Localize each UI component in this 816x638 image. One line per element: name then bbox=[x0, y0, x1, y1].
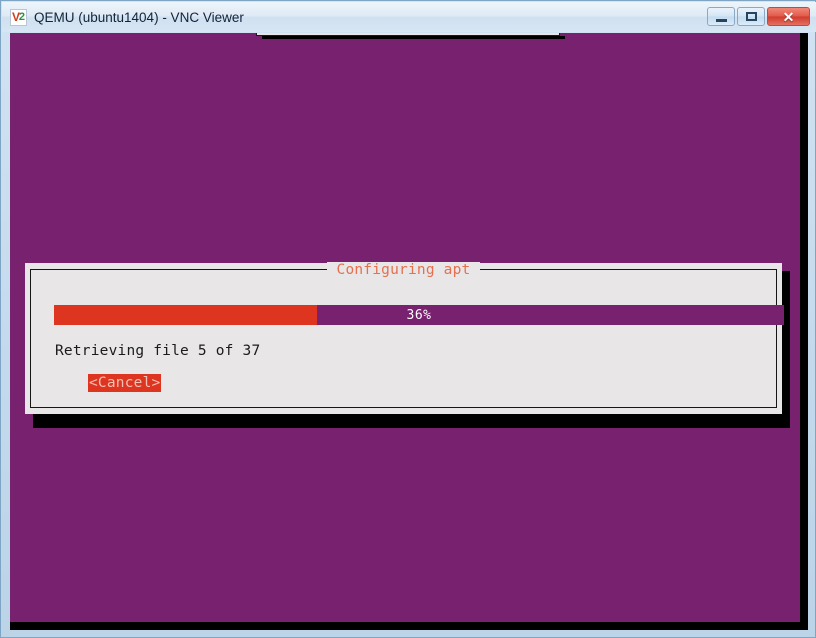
window-controls: ✕ bbox=[707, 7, 810, 26]
dialog-inner-frame: Configuring apt 36% Retrieving file 5 of… bbox=[30, 262, 784, 408]
dialog-status-text: Retrieving file 5 of 37 bbox=[55, 343, 261, 359]
dialog-title: Configuring apt bbox=[326, 262, 481, 278]
progress-percent-label: 36% bbox=[406, 307, 432, 323]
minimize-icon bbox=[715, 18, 727, 22]
cancel-button[interactable]: <Cancel> bbox=[88, 374, 162, 392]
minimize-button[interactable] bbox=[707, 7, 735, 26]
restore-button[interactable] bbox=[737, 7, 765, 26]
close-icon: ✕ bbox=[782, 8, 795, 25]
vnc-canvas[interactable]: Configuring apt 36% Retrieving file 5 of… bbox=[10, 33, 808, 630]
upper-clipped-dialog bbox=[256, 33, 560, 36]
remote-desktop-background[interactable]: Configuring apt 36% Retrieving file 5 of… bbox=[10, 33, 800, 622]
vnc-viewer-window: V 2 QEMU (ubuntu1404) - VNC Viewer ✕ Con… bbox=[0, 0, 816, 638]
window-titlebar[interactable]: V 2 QEMU (ubuntu1404) - VNC Viewer ✕ bbox=[2, 2, 816, 32]
window-title: QEMU (ubuntu1404) - VNC Viewer bbox=[34, 9, 244, 25]
vnc-icon-letter-2: 2 bbox=[18, 10, 25, 23]
dialog-title-bar: Configuring apt bbox=[31, 262, 776, 287]
progress-bar: 36% bbox=[54, 305, 784, 325]
close-button[interactable]: ✕ bbox=[767, 7, 810, 26]
configuring-apt-dialog: Configuring apt 36% Retrieving file 5 of… bbox=[25, 262, 784, 414]
vnc-viewer-icon: V 2 bbox=[10, 8, 27, 26]
restore-icon bbox=[745, 12, 757, 21]
upper-dialog-shadow bbox=[262, 36, 565, 39]
